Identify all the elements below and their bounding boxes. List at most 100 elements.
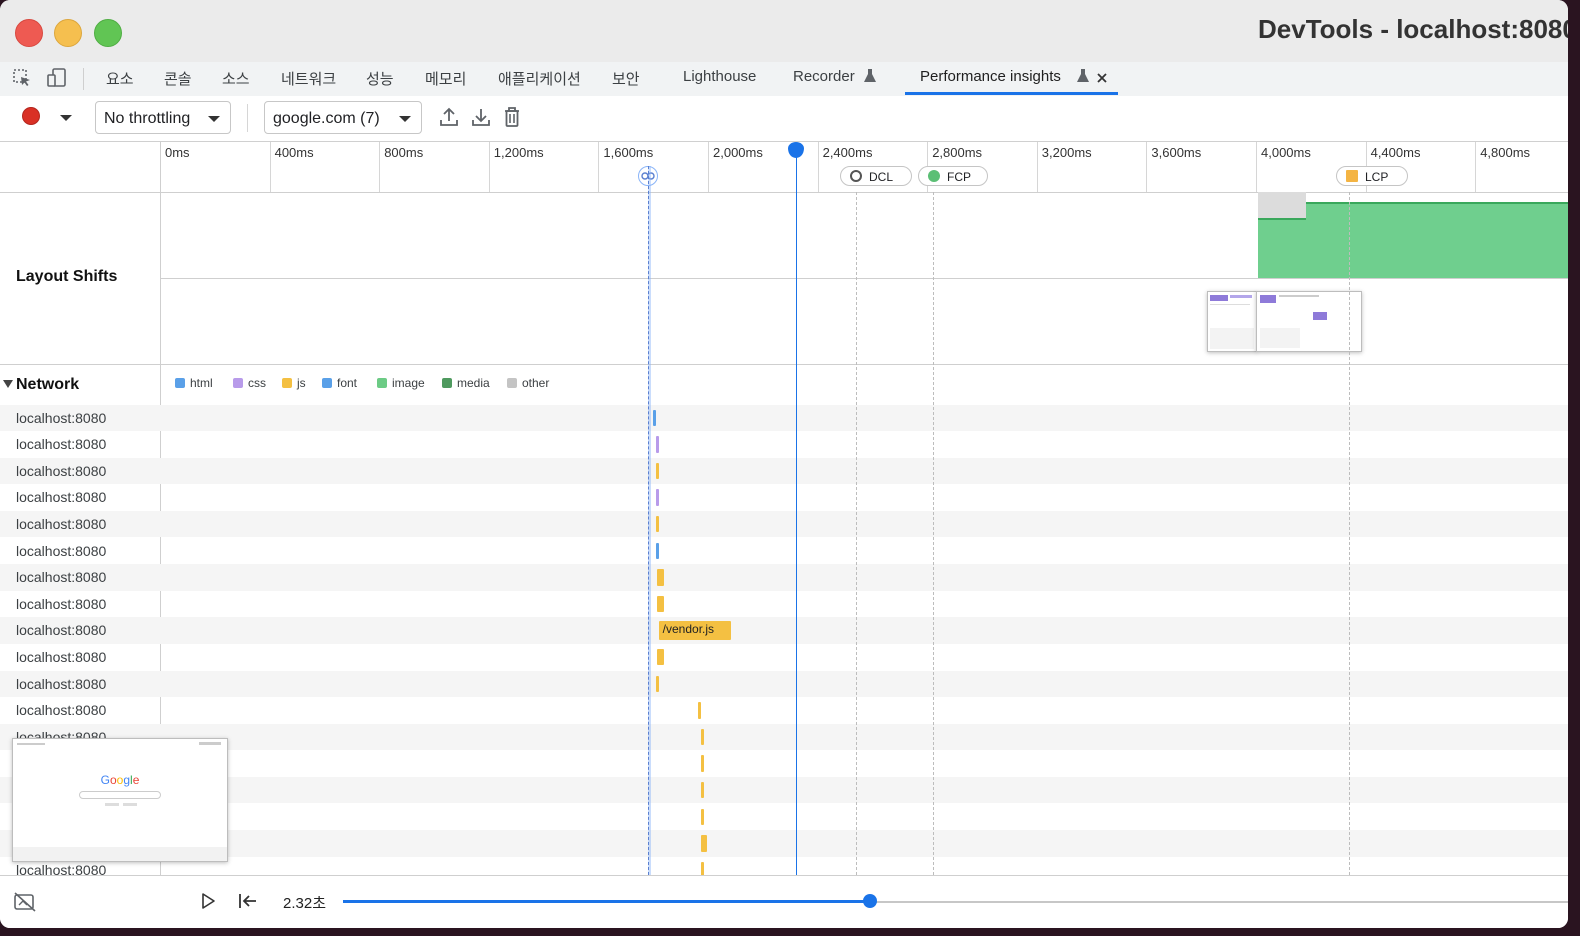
request-bar-js[interactable] [657,595,665,613]
delete-trash-icon[interactable] [502,106,522,131]
request-bar-js[interactable] [655,462,659,480]
request-bar-js[interactable] [701,728,705,746]
tab-performance-insights[interactable]: Performance insights [920,68,1061,85]
device-toolbar-icon[interactable] [46,67,68,92]
experiment-flask-icon [1077,69,1089,86]
request-bar-js[interactable] [657,569,665,586]
request-bar-js[interactable] [657,648,665,666]
network-request-row[interactable]: localhost:8080 [0,457,1568,485]
insights-toolbar: No throttling google.com (7) [0,96,1568,142]
ruler-tick: 4,800ms [1475,142,1530,192]
playhead-handle[interactable] [787,142,804,158]
google-logo-text: Google [100,773,140,787]
ruler-tick: 400ms [269,142,314,192]
network-request-row[interactable]: localhost:8080 [0,804,1568,831]
ruler-tick: 3,200ms [1036,142,1092,192]
layout-shift-bar[interactable] [1306,202,1568,278]
network-request-row[interactable]: localhost:8080 [0,564,1568,591]
layout-shift-edge [1258,218,1306,220]
network-request-row[interactable]: localhost:8080 [0,431,1568,458]
layout-shift-screenshot[interactable] [1207,291,1257,352]
ruler-tick-label: 3,600ms [1151,145,1202,160]
ruler-tick-label: 3,200ms [1041,145,1092,160]
import-download-icon[interactable] [470,106,492,131]
recording-select[interactable]: google.com (7) [264,101,422,134]
legend-label: image [392,376,425,390]
toolbar-divider [247,104,248,132]
network-request-row[interactable]: localhost:8080 [0,830,1568,857]
network-request-row[interactable]: localhost:8080 [0,510,1568,538]
request-bar-js[interactable] [701,781,705,799]
request-bar-css[interactable] [655,436,659,453]
playback-slider-thumb[interactable] [862,894,877,908]
tab-application[interactable]: 애플리케이션 [498,68,581,89]
tab-security[interactable]: 보안 [612,68,640,89]
network-request-row[interactable]: localhost:8080 [0,617,1568,644]
dcl-marker-line [855,192,857,875]
navigation-marker-line [648,166,652,875]
marker-fcp-chip[interactable]: FCP [918,166,988,186]
network-request-row[interactable]: localhost:8080 [0,591,1568,618]
inspect-element-icon[interactable] [12,68,32,91]
request-bar-js[interactable] [701,835,707,852]
close-window-button[interactable] [15,19,43,47]
tab-performance[interactable]: 성능 [366,68,394,89]
request-bar-js[interactable] [698,702,702,719]
legend-swatch [282,378,292,388]
network-request-row[interactable]: localhost:8080 [0,538,1568,565]
request-bar-html[interactable] [653,409,657,427]
network-request-row[interactable]: localhost:8080 [0,750,1568,777]
request-bar-js[interactable] [701,808,705,826]
collapse-triangle-icon[interactable] [3,380,13,388]
minimize-window-button[interactable] [54,19,82,47]
tab-sources[interactable]: 소스 [222,68,250,89]
fcp-marker-icon [928,170,940,182]
tab-console[interactable]: 콘솔 [164,68,192,89]
ruler-tick-label: 4,400ms [1370,145,1421,160]
tab-elements[interactable]: 요소 [106,68,134,89]
legend-item-css: css [233,376,266,390]
panel-tab-bar: 요소 콘솔 소스 네트워크 성능 메모리 애플리케이션 보안 Lighthous… [0,62,1568,97]
network-request-row[interactable]: localhost:8080 [0,484,1568,511]
legend-swatch [322,378,332,388]
play-icon[interactable] [200,892,216,913]
request-bar-js[interactable] [701,755,705,772]
chevron-down-icon [399,116,411,122]
request-bar-html[interactable] [655,542,659,560]
request-host-label: localhost:8080 [16,409,107,426]
record-button[interactable] [22,107,40,125]
network-request-row[interactable]: localhost:8080 [0,723,1568,751]
jump-to-start-icon[interactable] [238,892,258,913]
ruler-tick: 4,000ms [1256,142,1311,192]
request-bar-js[interactable]: /vendor.js [658,621,732,640]
maximize-window-button[interactable] [94,19,122,47]
layout-shift-bar[interactable] [1258,218,1308,278]
network-request-row[interactable]: localhost:8080 [0,670,1568,698]
legend-item-other: other [507,376,549,390]
record-options-chevron-icon[interactable] [60,115,72,121]
request-bar-label: /vendor.js [662,622,715,637]
legend-item-media: media [442,376,490,390]
tab-network[interactable]: 네트워크 [281,68,336,89]
tab-memory[interactable]: 메모리 [425,68,466,89]
network-request-row[interactable]: localhost:8080 [0,404,1568,432]
network-request-row[interactable]: localhost:8080 [0,776,1568,804]
export-upload-icon[interactable] [438,106,460,131]
recording-value: google.com (7) [273,110,380,127]
marker-lcp-chip[interactable]: LCP [1336,166,1408,186]
marker-label: DCL [869,170,894,184]
close-tab-icon[interactable] [1096,71,1108,87]
network-request-row[interactable]: localhost:8080 [0,697,1568,724]
layout-shift-screenshot[interactable] [1256,291,1362,352]
tab-recorder[interactable]: Recorder [793,68,855,85]
network-request-row[interactable]: localhost:8080 [0,857,1568,878]
throttling-select[interactable]: No throttling [95,101,231,134]
request-host-label: localhost:8080 [16,462,107,479]
request-bar-css[interactable] [655,489,659,506]
marker-dcl-chip[interactable]: DCL [840,166,912,186]
playback-time: 2.32초 [283,895,326,912]
tab-lighthouse[interactable]: Lighthouse [683,68,756,85]
screenshots-toggle-icon[interactable] [13,891,37,916]
network-request-row[interactable]: localhost:8080 [0,644,1568,671]
legend-swatch [507,378,517,388]
